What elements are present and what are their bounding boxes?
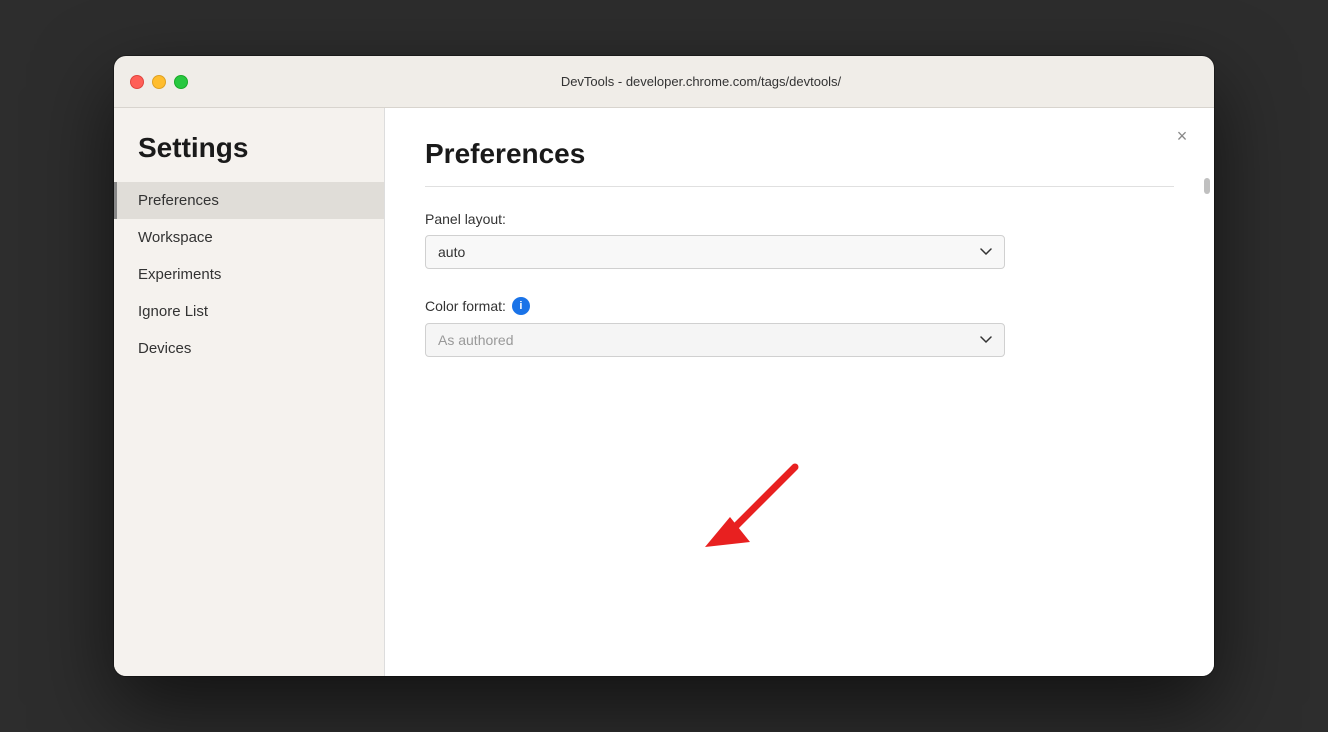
- sidebar: Settings Preferences Workspace Experimen…: [114, 108, 384, 676]
- maximize-traffic-light[interactable]: [174, 75, 188, 89]
- scrollbar-track[interactable]: [1204, 178, 1210, 666]
- close-button[interactable]: ×: [1170, 124, 1194, 148]
- scrollbar-thumb: [1204, 178, 1210, 194]
- sidebar-item-ignore-list[interactable]: Ignore List: [114, 293, 384, 330]
- sidebar-heading: Settings: [114, 132, 384, 164]
- color-format-select[interactable]: As authored HEX RGB HSL: [425, 323, 1005, 357]
- minimize-traffic-light[interactable]: [152, 75, 166, 89]
- close-traffic-light[interactable]: [130, 75, 144, 89]
- red-arrow-annotation: [685, 447, 825, 572]
- color-format-info-icon[interactable]: i: [512, 297, 530, 315]
- window-title: DevTools - developer.chrome.com/tags/dev…: [204, 74, 1198, 89]
- sidebar-item-workspace[interactable]: Workspace: [114, 219, 384, 256]
- panel-layout-section: Panel layout: auto horizontal vertical: [425, 211, 1174, 269]
- color-format-label: Color format: i: [425, 297, 1174, 315]
- window-body: Settings Preferences Workspace Experimen…: [114, 108, 1214, 676]
- sidebar-item-devices[interactable]: Devices: [114, 330, 384, 367]
- devtools-window: DevTools - developer.chrome.com/tags/dev…: [114, 56, 1214, 676]
- sidebar-nav: Preferences Workspace Experiments Ignore…: [114, 182, 384, 367]
- traffic-lights: [130, 75, 188, 89]
- color-format-section: Color format: i: [425, 297, 1174, 357]
- sidebar-item-experiments[interactable]: Experiments: [114, 256, 384, 293]
- panel-layout-select[interactable]: auto horizontal vertical: [425, 235, 1005, 269]
- panel-layout-label: Panel layout:: [425, 211, 1174, 227]
- content-heading: Preferences: [425, 138, 1174, 187]
- sidebar-item-preferences[interactable]: Preferences: [114, 182, 384, 219]
- content-panel: × Preferences Panel layout: auto horizon…: [384, 108, 1214, 676]
- title-bar: DevTools - developer.chrome.com/tags/dev…: [114, 56, 1214, 108]
